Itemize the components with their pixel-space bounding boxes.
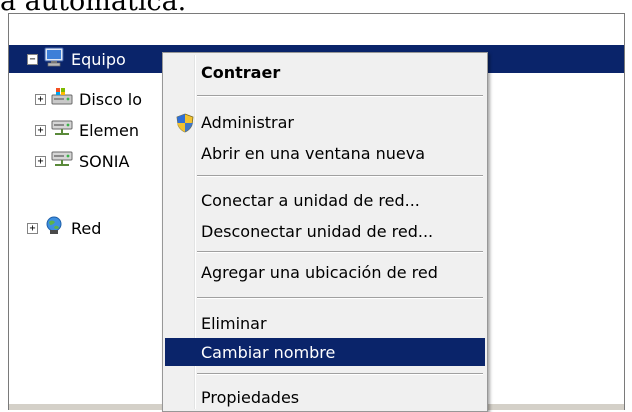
menu-item-properties[interactable]: Propiedades [165, 383, 485, 411]
collapse-expander-icon[interactable]: − [27, 53, 38, 65]
tree-item-label: Elemen [79, 120, 139, 140]
menu-item-manage[interactable]: Administrar [165, 108, 485, 136]
menu-item-add-network-location[interactable]: Agregar una ubicación de red [165, 258, 485, 286]
menu-item-label: Propiedades [201, 387, 300, 407]
menu-item-delete[interactable]: Eliminar [165, 309, 485, 337]
expand-icon[interactable]: + [35, 155, 46, 167]
tree-item-elementos[interactable]: + Elemen [35, 116, 139, 144]
network-drive-icon [51, 118, 73, 142]
expand-icon[interactable]: + [27, 222, 38, 234]
menu-separator [197, 95, 483, 97]
menu-item-label: Contraer [201, 62, 281, 82]
menu-item-open-new-window[interactable]: Abrir en una ventana nueva [165, 139, 485, 167]
computer-icon [43, 47, 65, 71]
network-drive-icon [51, 149, 73, 173]
menu-item-disconnect-network-drive[interactable]: Desconectar unidad de red... [165, 217, 485, 245]
tree-item-label: Red [71, 218, 102, 238]
menu-item-label: Conectar a unidad de red... [201, 190, 420, 210]
menu-item-collapse[interactable]: Contraer [165, 58, 485, 86]
uac-shield-icon [175, 113, 195, 137]
tree-item-label: SONIA [79, 151, 130, 171]
tree-item-label: Disco lo [79, 89, 143, 109]
local-disk-icon [51, 87, 73, 111]
network-globe-icon [43, 216, 65, 240]
menu-item-map-network-drive[interactable]: Conectar a unidad de red... [165, 186, 485, 214]
menu-item-label: Cambiar nombre [201, 342, 336, 362]
menu-separator [197, 175, 483, 177]
tree-item-label: Equipo [71, 49, 126, 69]
tree-item-sonia[interactable]: + SONIA [35, 147, 129, 175]
expand-icon[interactable]: + [35, 93, 46, 105]
menu-item-rename[interactable]: Cambiar nombre [165, 338, 485, 366]
expand-icon[interactable]: + [35, 124, 46, 136]
tree-item-local-disk[interactable]: + Disco lo [35, 85, 142, 113]
menu-item-label: Eliminar [201, 313, 267, 333]
menu-separator [197, 251, 483, 253]
menu-separator [197, 297, 483, 299]
menu-item-label: Abrir en una ventana nueva [201, 143, 425, 163]
menu-item-label: Administrar [201, 112, 295, 132]
menu-separator [197, 373, 483, 375]
menu-item-label: Agregar una ubicación de red [201, 262, 438, 282]
context-menu: Contraer Administrar Abrir en una ventan… [162, 52, 488, 412]
menu-item-label: Desconectar unidad de red... [201, 221, 434, 241]
tree-item-red[interactable]: + Red [27, 214, 101, 242]
